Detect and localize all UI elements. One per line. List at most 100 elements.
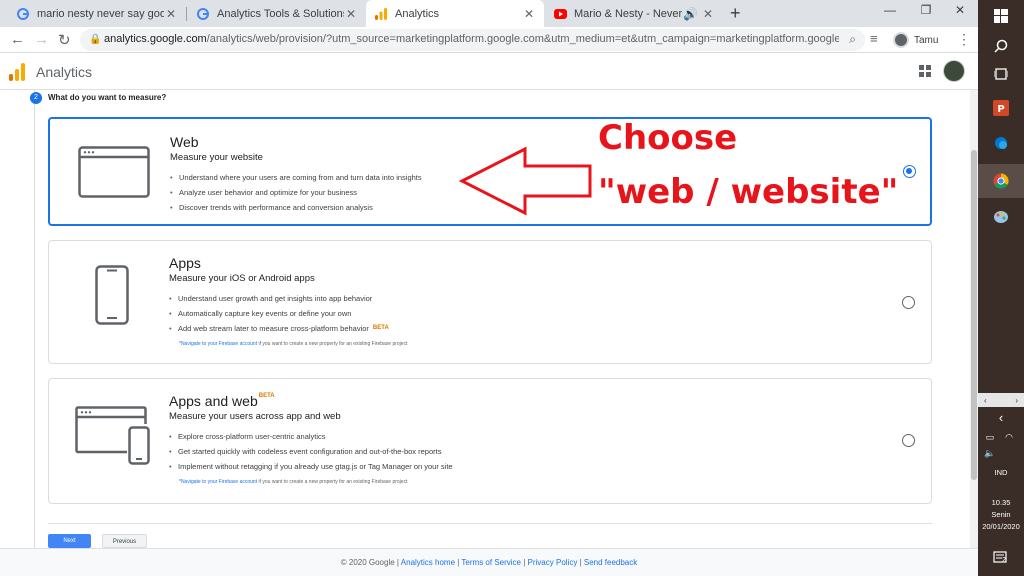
- list-item: Explore cross-platform user-centric anal…: [169, 429, 453, 444]
- smartphone-icon: [95, 265, 129, 325]
- back-arrow-icon[interactable]: ←: [10, 31, 25, 48]
- browser-and-phone-icon: [75, 406, 150, 465]
- browser-tab[interactable]: Mario & Nesty - Never Say G 🔊 ✕: [545, 0, 723, 27]
- page-footer: © 2020 Google | Analytics home | Terms o…: [0, 548, 978, 576]
- firebase-note: *Navigate to your Firebase account if yo…: [179, 341, 408, 347]
- app-header: Analytics: [0, 54, 978, 90]
- stepper-line: [34, 90, 35, 548]
- option-subtitle: Measure your iOS or Android apps: [169, 273, 315, 284]
- close-icon[interactable]: ✕: [522, 7, 536, 21]
- task-view-icon[interactable]: [991, 64, 1011, 84]
- chevron-left-icon[interactable]: ‹: [984, 396, 987, 405]
- browser-tab-active[interactable]: Analytics ✕: [366, 0, 544, 27]
- divider: [48, 523, 932, 524]
- speaker-icon: 🔊: [683, 6, 698, 21]
- option-bullets: Explore cross-platform user-centric anal…: [169, 429, 453, 474]
- url-text[interactable]: analytics.google.com/analytics/web/provi…: [104, 33, 839, 45]
- list-item: Add web stream later to measure cross-pl…: [169, 321, 389, 336]
- powerpoint-icon[interactable]: P: [991, 98, 1011, 118]
- option-card-apps[interactable]: Apps Measure your iOS or Android apps Un…: [48, 240, 932, 364]
- lock-icon: 🔒: [89, 34, 102, 45]
- footer-link-analytics-home[interactable]: Analytics home: [401, 558, 455, 567]
- annotation-arrow-icon: [459, 146, 592, 216]
- step-label: What do you want to measure?: [48, 93, 167, 102]
- paint-icon[interactable]: [991, 206, 1011, 226]
- option-card-apps-and-web[interactable]: Apps and webBETA Measure your users acro…: [48, 378, 932, 504]
- close-icon[interactable]: ✕: [164, 7, 178, 21]
- main-content: 2 What do you want to measure? Web Measu…: [0, 90, 970, 548]
- address-bar[interactable]: 🔒 analytics.google.com/analytics/web/pro…: [80, 29, 865, 51]
- tab-title: mario nesty never say goodbye l: [37, 7, 164, 20]
- reload-icon[interactable]: ↻: [58, 31, 71, 49]
- firebase-link[interactable]: *Navigate to your Firebase account: [179, 341, 257, 347]
- tab-title: Mario & Nesty - Never Say G: [574, 7, 683, 20]
- option-title: Web: [170, 134, 199, 150]
- reading-list-icon[interactable]: ≡: [870, 31, 878, 46]
- profile-button[interactable]: Tamu: [893, 30, 938, 50]
- notification-icon[interactable]: 2: [991, 548, 1011, 568]
- more-menu-icon[interactable]: ⋮: [957, 31, 971, 48]
- browser-tab-strip: mario nesty never say goodbye l ✕ Analyt…: [0, 0, 978, 27]
- tab-separator: [186, 7, 187, 21]
- annotation-text-line2: "web / website": [598, 172, 899, 212]
- option-title: Apps and webBETA: [169, 393, 275, 409]
- browser-tab[interactable]: mario nesty never say goodbye l ✕: [8, 0, 186, 27]
- clock-time[interactable]: 10.35: [978, 498, 1024, 508]
- browser-window-icon: [78, 146, 150, 198]
- chrome-icon[interactable]: [991, 171, 1011, 191]
- chevron-right-icon[interactable]: ›: [1015, 396, 1018, 405]
- notification-count: 2: [1002, 557, 1006, 564]
- clock-date[interactable]: 20/01/2020: [978, 522, 1024, 532]
- list-item: Get started quickly with codeless event …: [169, 444, 453, 459]
- radio-apps[interactable]: [902, 296, 915, 309]
- svg-text:P: P: [997, 104, 1004, 115]
- option-title: Apps: [169, 255, 201, 271]
- account-avatar[interactable]: [943, 60, 965, 82]
- scrollbar-thumb[interactable]: [971, 150, 977, 480]
- minimize-button[interactable]: —: [880, 3, 900, 17]
- firebase-note: *Navigate to your Firebase account if yo…: [179, 479, 408, 485]
- google-g-icon: [16, 7, 30, 21]
- google-g-icon: [196, 7, 210, 21]
- radio-apps-and-web[interactable]: [902, 434, 915, 447]
- clock-day[interactable]: Senin: [978, 510, 1024, 520]
- footer-link-feedback[interactable]: Send feedback: [584, 558, 637, 567]
- footer-link-terms[interactable]: Terms of Service: [461, 558, 521, 567]
- apps-grid-icon[interactable]: [919, 65, 931, 77]
- analytics-icon: [374, 7, 388, 21]
- restore-button[interactable]: ❐: [916, 3, 936, 17]
- annotation-text-line1: Choose: [598, 118, 738, 158]
- list-item: Discover trends with performance and con…: [170, 200, 422, 215]
- browser-toolbar: ← → ↻ 🔒 analytics.google.com/analytics/w…: [0, 27, 978, 53]
- list-item: Analyze user behavior and optimize for y…: [170, 185, 422, 200]
- tab-title: Analytics Tools & Solutions for Yo: [217, 7, 344, 20]
- radio-web[interactable]: [903, 165, 916, 178]
- windows-taskbar: P ‹ › ‹ ▭ ◠ 🔈 IND 10.35 Senin 20/01/2020 …: [978, 0, 1024, 576]
- option-bullets: Understand where your users are coming f…: [170, 170, 422, 215]
- chevron-up-icon[interactable]: ‹: [991, 408, 1011, 428]
- windows-start-icon[interactable]: [991, 6, 1011, 26]
- option-subtitle: Measure your website: [170, 152, 263, 163]
- close-icon[interactable]: ✕: [344, 7, 358, 21]
- youtube-icon: [553, 7, 567, 21]
- forward-arrow-icon[interactable]: →: [34, 31, 49, 48]
- firebase-link[interactable]: *Navigate to your Firebase account: [179, 479, 257, 485]
- search-icon[interactable]: ⌕: [849, 32, 856, 47]
- next-button[interactable]: Next: [48, 534, 91, 548]
- footer-link-privacy[interactable]: Privacy Policy: [528, 558, 578, 567]
- new-tab-button[interactable]: +: [730, 3, 741, 24]
- close-icon[interactable]: ✕: [701, 7, 715, 21]
- taskbar-scroll[interactable]: ‹ ›: [978, 393, 1024, 407]
- profile-avatar-icon: [893, 32, 909, 48]
- page-scrollbar[interactable]: [970, 90, 978, 548]
- window-close-button[interactable]: ✕: [950, 3, 970, 17]
- previous-button[interactable]: Previous: [102, 534, 147, 548]
- analytics-logo-icon: [9, 63, 27, 81]
- onedrive-icon[interactable]: [991, 133, 1011, 153]
- search-icon[interactable]: [991, 36, 1011, 56]
- list-item: Understand where your users are coming f…: [170, 170, 422, 185]
- wifi-icon[interactable]: ◠: [1002, 427, 1016, 447]
- language-indicator[interactable]: IND: [978, 468, 1024, 478]
- volume-icon[interactable]: 🔈: [983, 443, 997, 463]
- browser-tab[interactable]: Analytics Tools & Solutions for Yo ✕: [188, 0, 366, 27]
